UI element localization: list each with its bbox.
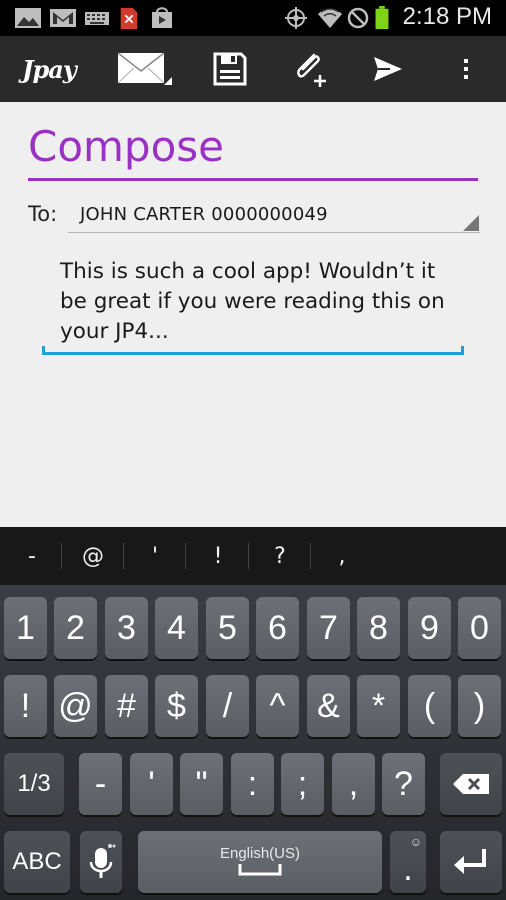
suggestion-divider — [248, 543, 249, 569]
key-asterisk[interactable]: * — [357, 675, 400, 737]
mail-type-button[interactable] — [106, 36, 182, 102]
suggestion-divider — [310, 543, 311, 569]
backspace-key[interactable] — [440, 753, 502, 815]
key-quote[interactable]: " — [180, 753, 223, 815]
clock: 2:18 PM — [402, 3, 492, 30]
message-input-underline — [42, 346, 464, 355]
key-colon[interactable]: : — [231, 753, 274, 815]
suggestion-divider — [123, 543, 124, 569]
key-hash[interactable]: # — [105, 675, 148, 737]
key-caret[interactable]: ^ — [256, 675, 299, 737]
key-6[interactable]: 6 — [256, 597, 299, 659]
key-5[interactable]: 5 — [206, 597, 249, 659]
suggestion-divider — [185, 543, 186, 569]
key-7[interactable]: 7 — [307, 597, 350, 659]
attach-icon — [297, 53, 326, 87]
overflow-menu-icon — [464, 59, 468, 79]
mail-icon — [117, 52, 172, 85]
space-language-label: English(US) — [219, 844, 301, 862]
no-signal-icon — [347, 7, 369, 29]
key-8[interactable]: 8 — [357, 597, 400, 659]
recipient-spinner[interactable]: JOHN CARTER 0000000049 — [80, 204, 328, 225]
key-2[interactable]: 2 — [54, 597, 97, 659]
suggestion-question[interactable]: ? — [254, 527, 306, 585]
keyboard-suggestion-bar: - @ ' ! ? , — [0, 527, 506, 585]
key-question[interactable]: ? — [382, 753, 425, 815]
voice-input-key[interactable] — [80, 831, 122, 893]
key-exclamation[interactable]: ! — [4, 675, 47, 737]
suggestion-apostrophe[interactable]: ' — [129, 527, 181, 585]
key-4[interactable]: 4 — [155, 597, 198, 659]
send-button[interactable] — [360, 36, 416, 102]
period-key[interactable]: . ☺ — [390, 831, 426, 893]
key-close-paren[interactable]: ) — [458, 675, 501, 737]
status-bar: 2:18 PM — [0, 0, 506, 36]
enter-icon — [454, 849, 486, 874]
backspace-icon — [453, 774, 489, 794]
recipient-underline — [68, 232, 480, 233]
space-icon — [238, 863, 282, 875]
dropdown-arrow-icon[interactable] — [463, 215, 479, 231]
key-dash[interactable]: - — [79, 753, 122, 815]
key-semicolon[interactable]: ; — [281, 753, 324, 815]
keyboard-icon — [85, 12, 109, 25]
key-symbols-page[interactable]: 1/3 — [4, 753, 64, 815]
suggestion-divider — [61, 543, 62, 569]
key-slash[interactable]: / — [206, 675, 249, 737]
action-bar: Jpay — [0, 36, 506, 102]
gmail-icon — [50, 9, 76, 27]
title-divider — [28, 178, 478, 181]
suggestion-exclamation[interactable]: ! — [192, 527, 244, 585]
overflow-menu-button[interactable] — [446, 36, 486, 102]
emoji-icon: ☺ — [409, 835, 422, 849]
suggestion-comma[interactable]: , — [316, 527, 368, 585]
key-apostrophe[interactable]: ' — [130, 753, 173, 815]
save-button[interactable] — [202, 36, 258, 102]
to-label: To: — [28, 202, 58, 226]
key-3[interactable]: 3 — [105, 597, 148, 659]
abc-key[interactable]: ABC — [4, 831, 70, 893]
key-0[interactable]: 0 — [458, 597, 501, 659]
battery-icon — [375, 6, 389, 30]
space-bar[interactable]: English(US) — [138, 831, 382, 893]
suggestion-at[interactable]: @ — [67, 527, 119, 585]
compose-screen: Compose To: JOHN CARTER 0000000049 This … — [0, 102, 506, 527]
key-at[interactable]: @ — [54, 675, 97, 737]
key-comma[interactable]: , — [332, 753, 375, 815]
microphone-icon — [89, 844, 116, 878]
key-open-paren[interactable]: ( — [408, 675, 451, 737]
attach-button[interactable] — [282, 36, 338, 102]
key-9[interactable]: 9 — [408, 597, 451, 659]
save-icon — [213, 52, 247, 86]
play-store-icon — [152, 7, 172, 28]
period-label: . — [403, 849, 413, 888]
wifi-icon — [318, 8, 342, 28]
jpay-logo: Jpay — [22, 54, 77, 84]
key-dollar[interactable]: $ — [155, 675, 198, 737]
send-icon — [374, 57, 402, 81]
enter-key[interactable] — [440, 831, 502, 893]
gps-icon — [285, 7, 307, 29]
page-title: Compose — [28, 122, 225, 171]
soft-keyboard: 1 2 3 4 5 6 7 8 9 0 ! @ # $ / ^ & * ( ) … — [0, 585, 506, 900]
suggestion-dash[interactable]: - — [6, 527, 58, 585]
key-1[interactable]: 1 — [4, 597, 47, 659]
message-input[interactable]: This is such a cool app! Wouldn’t it be … — [60, 257, 460, 347]
gallery-icon — [15, 8, 41, 28]
sdcard-error-icon — [120, 7, 138, 30]
key-ampersand[interactable]: & — [307, 675, 350, 737]
